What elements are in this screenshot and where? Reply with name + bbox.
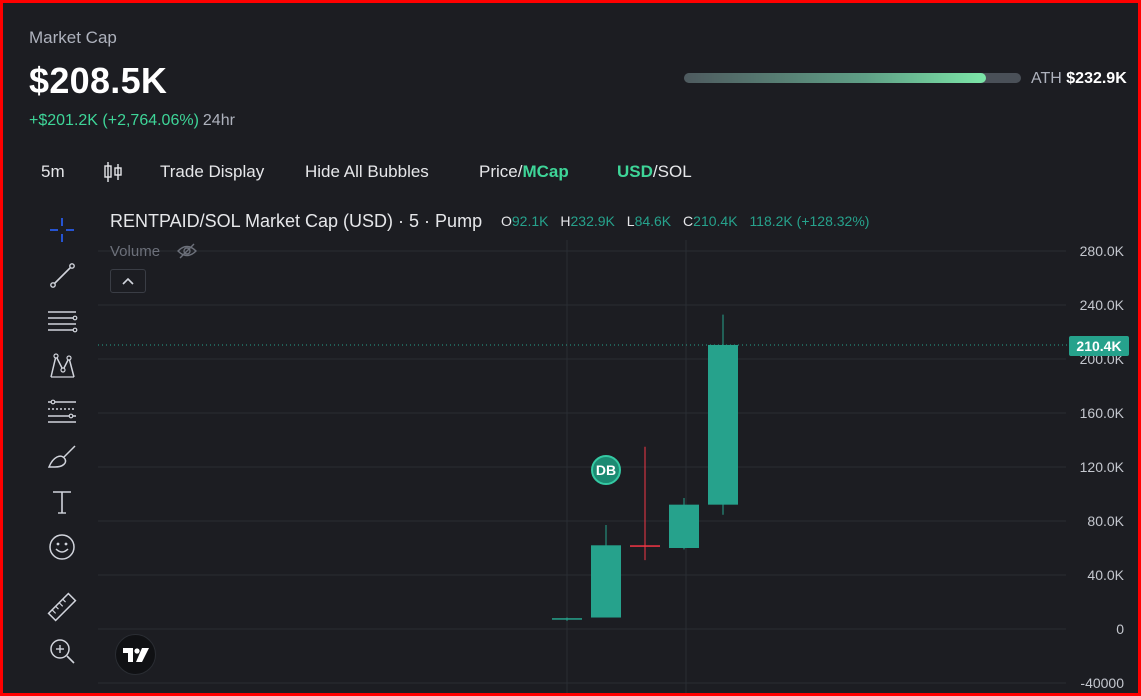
usd-option[interactable]: USD — [617, 162, 653, 181]
candle-body — [591, 545, 621, 618]
candles-icon[interactable] — [103, 160, 123, 189]
trade-bubble[interactable]: DB — [591, 455, 621, 485]
y-tick-label: 160.0K — [1079, 405, 1124, 421]
change-value: 118.2K (+128.32%) — [749, 213, 870, 229]
ruler-icon[interactable] — [38, 589, 86, 625]
candle[interactable] — [630, 446, 660, 561]
horizontal-lines-icon[interactable] — [38, 303, 86, 339]
ath-progress-bar — [684, 73, 1021, 83]
change-period: 24hr — [202, 112, 235, 129]
volume-label: Volume — [110, 243, 161, 260]
open-key: O — [501, 213, 512, 229]
chart-canvas[interactable]: DB — [0, 200, 1141, 696]
ath-indicator: ATH $232.9K — [1031, 70, 1127, 88]
zoom-in-icon[interactable] — [38, 633, 86, 669]
y-tick-label: 120.0K — [1079, 459, 1124, 475]
high-value: 232.9K — [570, 213, 615, 229]
ath-progress-fill — [684, 73, 986, 83]
fib-icon[interactable] — [38, 393, 86, 429]
market-cap-change-value: +$201.2K (+2,764.06%) — [29, 112, 199, 129]
candle-body — [630, 545, 660, 547]
candle[interactable] — [708, 314, 738, 515]
y-tick-label: 240.0K — [1079, 297, 1124, 313]
y-tick-label: 40.0K — [1087, 567, 1124, 583]
eye-off-icon[interactable] — [176, 242, 198, 265]
mcap-option[interactable]: MCap — [522, 162, 568, 181]
interval-selector[interactable]: 5m — [41, 162, 65, 182]
close-key: C — [683, 213, 694, 229]
currency-toggle[interactable]: USD/SOL — [617, 162, 692, 182]
market-cap-value: $208.5K — [29, 60, 168, 101]
trade-bubble-label: DB — [596, 462, 616, 478]
market-cap-label: Market Cap — [29, 28, 117, 47]
crosshair-icon[interactable] — [38, 212, 86, 248]
candle-body — [708, 344, 738, 505]
sol-option[interactable]: SOL — [658, 162, 692, 181]
collapse-legend-button[interactable] — [110, 269, 146, 293]
trade-display-button[interactable]: Trade Display — [160, 162, 264, 182]
hide-bubbles-button[interactable]: Hide All Bubbles — [305, 162, 429, 182]
y-tick-label: 0 — [1116, 621, 1124, 637]
price-option[interactable]: Price — [479, 162, 518, 181]
low-value: 84.6K — [634, 213, 672, 229]
market-cap-change: +$201.2K (+2,764.06%) 24hr — [29, 112, 235, 130]
ath-label: ATH — [1031, 70, 1062, 87]
trend-line-icon[interactable] — [38, 257, 86, 293]
candle-body — [669, 504, 699, 548]
pattern-icon[interactable] — [38, 348, 86, 384]
emoji-icon[interactable] — [38, 529, 86, 565]
candle[interactable] — [669, 498, 699, 550]
y-tick-label: 80.0K — [1087, 513, 1124, 529]
ath-value: $232.9K — [1066, 70, 1127, 87]
open-value: 92.1K — [511, 213, 549, 229]
market-cap-header: Market Cap $208.5K +$201.2K (+2,764.06%)… — [29, 26, 1141, 136]
close-value: 210.4K — [693, 213, 738, 229]
candle[interactable] — [591, 525, 621, 618]
y-tick-label: -40000 — [1080, 675, 1124, 691]
chart-toolbar: 5m Trade Display Hide All Bubbles Price/… — [0, 152, 1141, 192]
price-mcap-toggle[interactable]: Price/MCap — [479, 162, 569, 182]
chart-title: RENTPAID/SOL Market Cap (USD) · 5 · Pump — [110, 211, 483, 231]
text-icon[interactable] — [38, 484, 86, 520]
candle-body — [552, 618, 582, 620]
candle[interactable] — [552, 617, 582, 621]
tradingview-logo[interactable] — [115, 634, 156, 675]
low-key: L — [626, 213, 635, 229]
ohlc-values: O92.1K H232.9K L84.6K C210.4K 118.2K (+1… — [501, 213, 877, 229]
chevron-up-icon — [122, 277, 134, 285]
high-key: H — [560, 213, 571, 229]
chart-area: DB RENTPAID/SOL Market Cap (USD) · 5 · P… — [0, 200, 1141, 696]
y-tick-label: 280.0K — [1079, 243, 1124, 259]
brush-icon[interactable] — [38, 439, 86, 475]
current-price-tag: 210.4K — [1069, 336, 1129, 356]
